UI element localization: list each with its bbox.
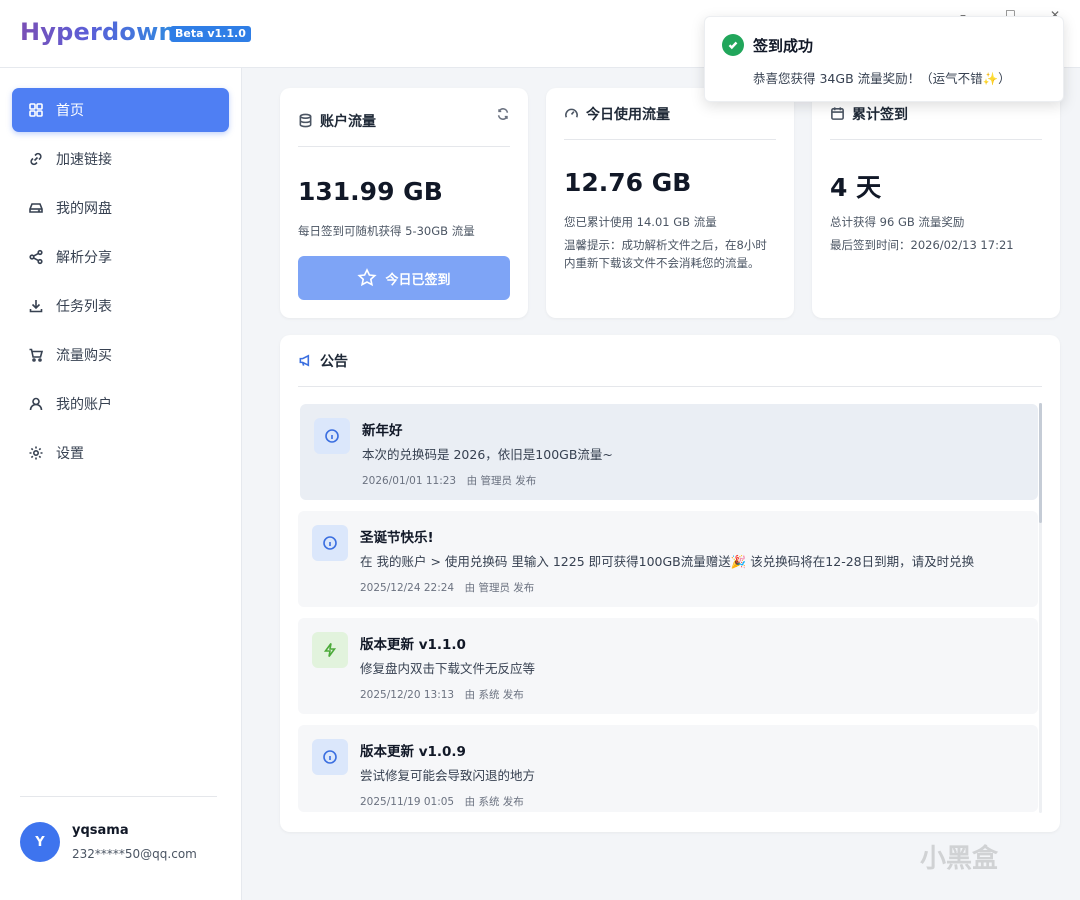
check-circle-icon bbox=[722, 34, 744, 56]
announcement-item-meta: 2025/12/20 13:13 由 系统 发布 bbox=[360, 689, 524, 701]
user-email: 232*****50@qq.com bbox=[72, 847, 197, 861]
account-traffic-note: 每日签到可随机获得 5-30GB 流量 bbox=[298, 224, 475, 238]
sidebar-divider bbox=[20, 796, 217, 797]
sidebar-item-label: 首页 bbox=[56, 103, 84, 119]
announcement-item[interactable]: 圣诞节快乐! 在 我的账户 > 使用兑换码 里输入 1225 即可获得100GB… bbox=[298, 511, 1038, 607]
watermark-logo: 小黑盒 bbox=[920, 844, 999, 874]
sidebar-item-label: 加速链接 bbox=[56, 152, 112, 168]
announcement-item[interactable]: 新年好 本次的兑换码是 2026，依旧是100GB流量~ 2026/01/01 … bbox=[300, 404, 1038, 500]
cumulative-signin-card: 累计签到 4 天 总计获得 96 GB 流量奖励 最后签到时间：2026/02/… bbox=[812, 88, 1060, 318]
today-usage-card: 今日使用流量 12.76 GB 您已累计使用 14.01 GB 流量 温馨提示：… bbox=[546, 88, 794, 318]
info-icon bbox=[323, 750, 337, 764]
link-icon bbox=[30, 152, 42, 166]
announcement-header: 公告 bbox=[298, 335, 1042, 387]
sidebar-item-label: 任务列表 bbox=[56, 299, 112, 315]
sidebar-item-accelerate-link[interactable]: 加速链接 bbox=[12, 137, 229, 181]
announcement-item-meta: 2025/11/19 01:05 由 系统 发布 bbox=[360, 796, 524, 808]
user-icon bbox=[29, 397, 43, 411]
announcement-item-body: 本次的兑换码是 2026，依旧是100GB流量~ bbox=[362, 447, 613, 462]
sidebar-item-home[interactable]: 首页 bbox=[12, 88, 229, 132]
card-title: 账户流量 bbox=[320, 113, 376, 130]
toast-title: 签到成功 bbox=[753, 37, 814, 55]
announcement-item-title: 新年好 bbox=[362, 423, 403, 439]
database-icon bbox=[299, 113, 312, 128]
announcement-item-title: 版本更新 v1.1.0 bbox=[360, 637, 466, 653]
grid-icon bbox=[29, 103, 43, 117]
announcement-panel: 公告 新年好 本次的兑换码是 2026，依旧是100GB流量~ 2026/01/… bbox=[280, 335, 1060, 832]
sidebar: 首页 加速链接 我的网盘 解析分享 任务列表 流量购买 我的账户 设置 Y yq… bbox=[0, 68, 242, 900]
today-usage-tip-line2: 内重新下载该文件不会消耗您的流量。 bbox=[564, 256, 760, 270]
sidebar-item-label: 我的账户 bbox=[56, 397, 112, 413]
sidebar-item-my-account[interactable]: 我的账户 bbox=[12, 382, 229, 426]
announcement-item-title: 圣诞节快乐! bbox=[360, 530, 434, 546]
bolt-icon bbox=[323, 643, 337, 657]
sidebar-item-buy-traffic[interactable]: 流量购买 bbox=[12, 333, 229, 377]
megaphone-icon bbox=[299, 354, 310, 367]
signed-in-label: 今日已签到 bbox=[385, 272, 451, 288]
star-icon bbox=[357, 268, 378, 287]
sidebar-item-label: 我的网盘 bbox=[56, 201, 112, 217]
card-title: 累计签到 bbox=[852, 106, 908, 123]
sidebar-item-task-list[interactable]: 任务列表 bbox=[12, 284, 229, 328]
announcement-item-body: 修复盘内双击下载文件无反应等 bbox=[360, 661, 536, 676]
today-usage-tip-line1: 温馨提示：成功解析文件之后，在8小时 bbox=[564, 238, 767, 252]
avatar[interactable]: Y bbox=[20, 822, 60, 862]
gauge-icon bbox=[565, 108, 578, 118]
sidebar-item-settings[interactable]: 设置 bbox=[12, 431, 229, 475]
account-traffic-value: 131.99 GB bbox=[298, 177, 443, 206]
announcement-title: 公告 bbox=[320, 353, 348, 370]
announcement-item-meta: 2026/01/01 11:23 由 管理员 发布 bbox=[362, 475, 537, 487]
signin-total-reward: 总计获得 96 GB 流量奖励 bbox=[830, 215, 965, 229]
card-title: 今日使用流量 bbox=[586, 106, 670, 123]
version-badge: Beta v1.1.0 bbox=[170, 26, 251, 42]
announcement-item-meta: 2025/12/24 22:24 由 管理员 发布 bbox=[360, 582, 535, 594]
gear-icon bbox=[29, 446, 43, 460]
announcement-item[interactable]: 版本更新 v1.1.0 修复盘内双击下载文件无反应等 2025/12/20 13… bbox=[298, 618, 1038, 714]
cart-icon bbox=[29, 348, 44, 362]
ann-icon-wrap bbox=[312, 739, 348, 775]
announcement-item-title: 版本更新 v1.0.9 bbox=[360, 744, 466, 760]
announcement-item-body: 尝试修复可能会导致闪退的地方 bbox=[360, 768, 536, 783]
info-icon bbox=[325, 429, 339, 443]
calendar-icon bbox=[831, 107, 844, 120]
announcement-item-body: 在 我的账户 > 使用兑换码 里输入 1225 即可获得100GB流量赠送🎉 该… bbox=[360, 554, 975, 569]
announcement-scrollbar[interactable] bbox=[1039, 403, 1042, 813]
ann-icon-wrap bbox=[314, 418, 350, 454]
app-logo: Hyperdown bbox=[20, 18, 176, 46]
user-name: yqsama bbox=[72, 823, 129, 838]
today-usage-value: 12.76 GB bbox=[564, 168, 692, 197]
ann-icon-wrap bbox=[312, 525, 348, 561]
sidebar-item-label: 流量购买 bbox=[56, 348, 112, 364]
refresh-button[interactable] bbox=[496, 106, 512, 122]
signin-days-value: 4 天 bbox=[830, 173, 882, 202]
share-icon bbox=[29, 249, 43, 265]
signin-success-toast: 签到成功 恭喜您获得 34GB 流量奖励！（运气不错✨） bbox=[704, 16, 1064, 102]
today-usage-total: 您已累计使用 14.01 GB 流量 bbox=[564, 215, 717, 229]
drive-icon bbox=[29, 203, 43, 213]
sidebar-item-label: 解析分享 bbox=[56, 250, 112, 266]
scrollbar-thumb[interactable] bbox=[1039, 403, 1042, 523]
account-traffic-card: 账户流量 131.99 GB 每日签到可随机获得 5-30GB 流量 今日已签到 bbox=[280, 88, 528, 318]
ann-icon-wrap bbox=[312, 632, 348, 668]
signed-in-button[interactable]: 今日已签到 bbox=[298, 256, 510, 300]
sidebar-item-parse-share[interactable]: 解析分享 bbox=[12, 235, 229, 279]
download-icon bbox=[29, 300, 43, 313]
sidebar-item-my-drive[interactable]: 我的网盘 bbox=[12, 186, 229, 230]
toast-message: 恭喜您获得 34GB 流量奖励！（运气不错✨） bbox=[753, 71, 1011, 86]
signin-last-time: 最后签到时间：2026/02/13 17:21 bbox=[830, 238, 1014, 252]
info-icon bbox=[323, 536, 337, 550]
sidebar-item-label: 设置 bbox=[56, 446, 84, 462]
announcement-item[interactable]: 版本更新 v1.0.9 尝试修复可能会导致闪退的地方 2025/11/19 01… bbox=[298, 725, 1038, 812]
card-header: 账户流量 bbox=[298, 95, 510, 147]
refresh-icon bbox=[497, 108, 509, 120]
